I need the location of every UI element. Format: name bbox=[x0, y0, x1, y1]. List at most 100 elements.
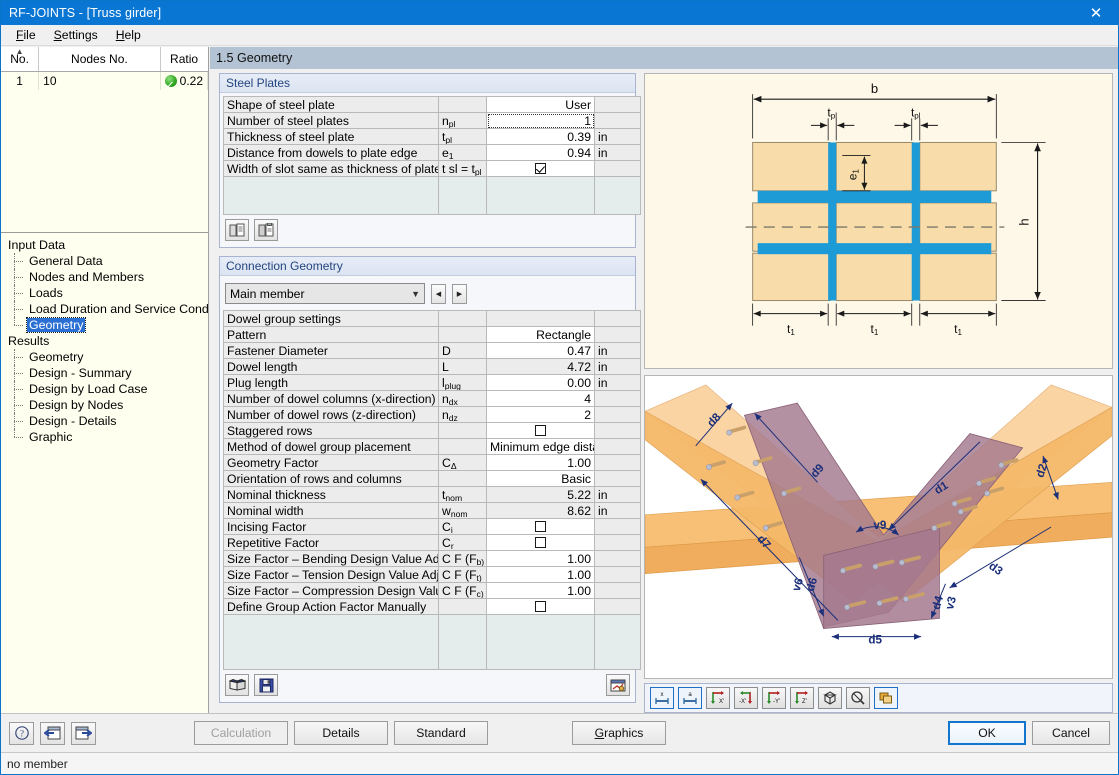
copy-from-icon[interactable] bbox=[225, 219, 249, 241]
view-z-icon[interactable]: Z' bbox=[790, 687, 814, 709]
sidebar-item-nodes-and-members[interactable]: Nodes and Members bbox=[5, 269, 208, 285]
table-row[interactable]: Nominal thickness tnom 5.22 in bbox=[223, 486, 641, 503]
row-value-group-action-factor-checkbox[interactable] bbox=[486, 598, 595, 615]
row-value-edge-distance[interactable]: 0.94 bbox=[486, 144, 595, 161]
table-row[interactable]: Fastener Diameter D 0.47 in bbox=[223, 342, 641, 359]
table-row[interactable]: Orientation of rows and columns Basic bbox=[223, 470, 641, 487]
sidebar-item-design-details[interactable]: Design - Details bbox=[5, 413, 208, 429]
column-header-no[interactable]: ▲ No. bbox=[1, 47, 40, 72]
table-row[interactable]: Method of dowel group placement Minimum … bbox=[223, 438, 641, 455]
checkbox-icon[interactable] bbox=[535, 520, 546, 532]
menu-item-file[interactable]: File bbox=[7, 26, 45, 44]
column-header-ratio[interactable]: Ratio bbox=[160, 47, 208, 72]
sidebar-item-general-data[interactable]: General Data bbox=[5, 253, 208, 269]
table-row[interactable]: Plug length lplug 0.00 in bbox=[223, 374, 641, 391]
dimension-x-icon[interactable]: x bbox=[650, 687, 674, 709]
table-row[interactable]: Incising Factor Ci bbox=[223, 518, 641, 535]
settings-window-icon[interactable] bbox=[606, 674, 630, 696]
table-row[interactable]: Size Factor – Compression Design Value A… bbox=[223, 582, 641, 599]
table-row[interactable]: Geometry Factor CΔ 1.00 bbox=[223, 454, 641, 471]
member-select[interactable]: Main member ▼ bbox=[225, 283, 425, 304]
row-value-orientation[interactable]: Basic bbox=[486, 470, 595, 487]
table-row[interactable]: Size Factor – Tension Design Value Adjus… bbox=[223, 566, 641, 583]
ok-button[interactable]: OK bbox=[948, 721, 1026, 745]
row-value-plug-length[interactable]: 0.00 bbox=[486, 374, 595, 391]
standard-button[interactable]: Standard bbox=[394, 721, 488, 745]
row-value-number-of-plates[interactable]: 1 bbox=[486, 112, 595, 129]
checkbox-icon[interactable] bbox=[535, 424, 546, 436]
view-y-icon[interactable]: -Y' bbox=[762, 687, 786, 709]
view-x-icon[interactable]: X' bbox=[706, 687, 730, 709]
layers-icon[interactable] bbox=[874, 687, 898, 709]
row-value-repetitive-factor-checkbox[interactable] bbox=[486, 534, 595, 551]
previous-dialog-icon[interactable] bbox=[40, 721, 65, 745]
help-question-icon[interactable]: ? bbox=[9, 721, 34, 745]
row-value-slot-width-checkbox[interactable] bbox=[486, 160, 595, 177]
table-row[interactable]: Number of steel plates npl 1 bbox=[223, 112, 641, 129]
save-floppy-icon[interactable] bbox=[254, 674, 278, 696]
paste-to-icon[interactable] bbox=[254, 219, 278, 241]
isometric-cube-icon[interactable] bbox=[818, 687, 842, 709]
joint-3d-view[interactable]: d8 d9 d7 v9 d1 d2 d3 v6 d6 d5 d4 v3 bbox=[644, 375, 1113, 679]
save-floppy-glyph bbox=[259, 678, 273, 692]
table-row[interactable]: Width of slot same as thickness of plate… bbox=[223, 160, 641, 177]
checkbox-icon[interactable] bbox=[535, 536, 546, 548]
cancel-button[interactable]: Cancel bbox=[1032, 721, 1110, 745]
library-book-icon[interactable] bbox=[225, 674, 249, 696]
column-header-nodes[interactable]: Nodes No. bbox=[38, 47, 161, 72]
sidebar-item-design-by-load-case[interactable]: Design by Load Case bbox=[5, 381, 208, 397]
cross-section-drawing[interactable]: b tpl tpl e1 h t1 t1 t1 bbox=[644, 73, 1113, 369]
table-row[interactable]: Define Group Action Factor Manually bbox=[223, 598, 641, 615]
dimension-a-icon[interactable]: a bbox=[678, 687, 702, 709]
table-row[interactable]: Size Factor – Bending Design Value Adjus… bbox=[223, 550, 641, 567]
zoom-rotate-icon[interactable] bbox=[846, 687, 870, 709]
row-value-incising-factor-checkbox[interactable] bbox=[486, 518, 595, 535]
table-row[interactable]: Pattern Rectangle bbox=[223, 326, 641, 343]
checkbox-icon[interactable] bbox=[535, 162, 546, 174]
table-row[interactable]: Shape of steel plate User bbox=[223, 96, 641, 113]
row-value-dowel-columns[interactable]: 4 bbox=[486, 390, 595, 407]
sidebar-item-geometry-input[interactable]: Geometry bbox=[5, 317, 208, 333]
table-row[interactable]: Number of dowel columns (x-direction) nd… bbox=[223, 390, 641, 407]
sidebar-item-design-by-nodes[interactable]: Design by Nodes bbox=[5, 397, 208, 413]
row-value-staggered-rows-checkbox[interactable] bbox=[486, 422, 595, 439]
row-value-size-factor-bending[interactable]: 1.00 bbox=[486, 550, 595, 567]
triangle-left-icon[interactable]: ◀ bbox=[431, 283, 446, 304]
row-value-size-factor-compression[interactable]: 1.00 bbox=[486, 582, 595, 599]
view-negx-icon[interactable]: -X' bbox=[734, 687, 758, 709]
sidebar-item-loads[interactable]: Loads bbox=[5, 285, 208, 301]
sidebar-item-design-summary[interactable]: Design - Summary bbox=[5, 365, 208, 381]
symbol-base: L bbox=[442, 359, 449, 374]
close-icon[interactable]: ✕ bbox=[1074, 1, 1118, 25]
sidebar-item-results-geometry[interactable]: Geometry bbox=[5, 349, 208, 365]
next-dialog-icon[interactable] bbox=[71, 721, 96, 745]
table-row[interactable]: Nominal width wnom 8.62 in bbox=[223, 502, 641, 519]
row-value-plate-thickness[interactable]: 0.39 bbox=[486, 128, 595, 145]
row-value-placement-method[interactable]: Minimum edge distan bbox=[486, 438, 595, 455]
table-row[interactable]: Distance from dowels to plate edge e1 0.… bbox=[223, 144, 641, 161]
details-button[interactable]: Details bbox=[294, 721, 388, 745]
table-row[interactable]: Number of dowel rows (z-direction) ndz 2 bbox=[223, 406, 641, 423]
menu-item-help[interactable]: Help bbox=[107, 26, 150, 44]
row-value-geometry-factor[interactable]: 1.00 bbox=[486, 454, 595, 471]
row-value-shape[interactable]: User bbox=[486, 96, 595, 113]
row-value-dowel-rows[interactable]: 2 bbox=[486, 406, 595, 423]
row-unit bbox=[594, 454, 641, 471]
row-value-pattern[interactable]: Rectangle bbox=[486, 326, 595, 343]
row-value-size-factor-tension[interactable]: 1.00 bbox=[486, 566, 595, 583]
graphics-button[interactable]: Graphics bbox=[572, 721, 666, 745]
checkbox-icon[interactable] bbox=[535, 600, 546, 612]
tree-group-input-data[interactable]: Input Data bbox=[5, 237, 208, 253]
tree-group-results[interactable]: Results bbox=[5, 333, 208, 349]
triangle-right-icon[interactable]: ▶ bbox=[452, 283, 467, 304]
calculation-button[interactable]: Calculation bbox=[194, 721, 288, 745]
sidebar-item-graphic[interactable]: Graphic bbox=[5, 429, 208, 445]
sidebar-item-load-duration[interactable]: Load Duration and Service Conditions bbox=[5, 301, 208, 317]
row-value-fastener-diameter[interactable]: 0.47 bbox=[486, 342, 595, 359]
table-row[interactable]: Staggered rows bbox=[223, 422, 641, 439]
table-row[interactable]: Thickness of steel plate tpl 0.39 in bbox=[223, 128, 641, 145]
table-row[interactable]: Dowel length L 4.72 in bbox=[223, 358, 641, 375]
table-row[interactable]: 1 10 0.22 bbox=[1, 71, 209, 90]
menu-item-settings[interactable]: Settings bbox=[45, 26, 107, 44]
table-row[interactable]: Repetitive Factor Cr bbox=[223, 534, 641, 551]
